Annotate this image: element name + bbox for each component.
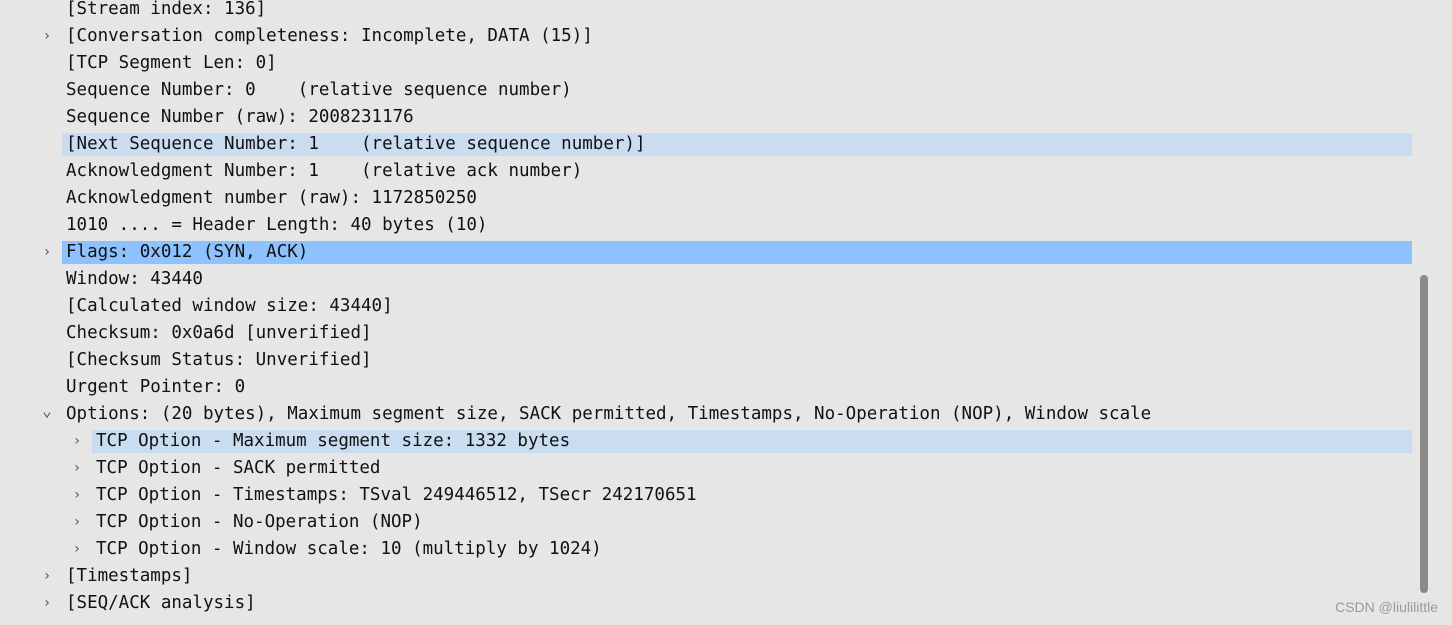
watermark: CSDN @liulilittle	[1335, 599, 1438, 615]
tree-row[interactable]: › [Timestamps]	[0, 563, 1412, 590]
tree-row[interactable]: ⌄ Options: (20 bytes), Maximum segment si…	[0, 401, 1412, 428]
collapse-arrow-icon[interactable]: ⌄	[40, 401, 54, 428]
tree-row-label: TCP Option - Window scale: 10 (multiply …	[96, 539, 602, 559]
tree-row-label: TCP Option - Maximum segment size: 1332 …	[96, 431, 571, 451]
expand-arrow-icon[interactable]: ›	[70, 509, 84, 536]
tree-row-label: Sequence Number (raw): 2008231176	[66, 107, 414, 127]
tree-row[interactable]: › Flags: 0x012 (SYN, ACK)	[0, 239, 1412, 266]
tree-row[interactable]: [Next Sequence Number: 1 (relative seque…	[0, 131, 1412, 158]
tree-row[interactable]: Urgent Pointer: 0	[0, 374, 1412, 401]
expand-arrow-icon[interactable]: ›	[70, 428, 84, 455]
tree-row-label: [SEQ/ACK analysis]	[66, 593, 256, 613]
expand-arrow-icon[interactable]: ›	[40, 239, 54, 266]
tree-row[interactable]: › [Conversation completeness: Incomplete,…	[0, 23, 1412, 50]
tree-row[interactable]: Acknowledgment Number: 1 (relative ack n…	[0, 158, 1412, 185]
tree-row-label: TCP Option - No-Operation (NOP)	[96, 512, 423, 532]
expand-arrow-icon[interactable]: ›	[70, 455, 84, 482]
tree-row[interactable]: › TCP Option - No-Operation (NOP)	[0, 509, 1412, 536]
tree-row-label: [Calculated window size: 43440]	[66, 296, 393, 316]
tree-row-label: Checksum: 0x0a6d [unverified]	[66, 323, 372, 343]
tree-row-label: Window: 43440	[66, 269, 203, 289]
tree-row[interactable]: [Calculated window size: 43440]	[0, 293, 1412, 320]
tree-row[interactable]: › [SEQ/ACK analysis]	[0, 590, 1412, 617]
tree-row-label: Flags: 0x012 (SYN, ACK)	[66, 242, 309, 262]
expand-arrow-icon[interactable]: ›	[40, 23, 54, 50]
tree-row-label: [Next Sequence Number: 1 (relative seque…	[66, 134, 646, 154]
tree-row[interactable]: › TCP Option - Timestamps: TSval 24944651…	[0, 482, 1412, 509]
tree-row-label: 1010 .... = Header Length: 40 bytes (10)	[66, 215, 488, 235]
expand-arrow-icon[interactable]: ›	[40, 590, 54, 617]
tree-row[interactable]: › TCP Option - Maximum segment size: 1332…	[0, 428, 1412, 455]
tree-row-label: TCP Option - SACK permitted	[96, 458, 381, 478]
tree-row-label: Acknowledgment Number: 1 (relative ack n…	[66, 161, 583, 181]
expand-arrow-icon[interactable]: ›	[70, 482, 84, 509]
scrollbar-thumb[interactable]	[1420, 275, 1428, 593]
expand-arrow-icon[interactable]: ›	[40, 563, 54, 590]
tree-row[interactable]: › TCP Option - Window scale: 10 (multiply…	[0, 536, 1412, 563]
tree-row-label: [TCP Segment Len: 0]	[66, 53, 277, 73]
tree-row-label: [Timestamps]	[66, 566, 193, 586]
tree-row[interactable]: [Stream index: 136]	[0, 0, 1412, 23]
tree-row-label: [Stream index: 136]	[66, 0, 267, 19]
tree-row-label: Options: (20 bytes), Maximum segment siz…	[66, 404, 1152, 424]
tree-row[interactable]: 1010 .... = Header Length: 40 bytes (10)	[0, 212, 1412, 239]
tree-row-label: Acknowledgment number (raw): 1172850250	[66, 188, 477, 208]
tree-row[interactable]: [TCP Segment Len: 0]	[0, 50, 1412, 77]
tree-row[interactable]: Checksum: 0x0a6d [unverified]	[0, 320, 1412, 347]
packet-detail-tree: [Stream index: 136] › [Conversation comple…	[0, 0, 1412, 625]
tree-row[interactable]: Sequence Number (raw): 2008231176	[0, 104, 1412, 131]
tree-row-label: Sequence Number: 0 (relative sequence nu…	[66, 80, 572, 100]
tree-row-label: [Checksum Status: Unverified]	[66, 350, 372, 370]
tree-row[interactable]: Acknowledgment number (raw): 1172850250	[0, 185, 1412, 212]
tree-row[interactable]: Sequence Number: 0 (relative sequence nu…	[0, 77, 1412, 104]
tree-row[interactable]: Window: 43440	[0, 266, 1412, 293]
tree-row[interactable]: › TCP Option - SACK permitted	[0, 455, 1412, 482]
tree-row-label: [Conversation completeness: Incomplete, …	[66, 26, 593, 46]
tree-row-label: Urgent Pointer: 0	[66, 377, 246, 397]
tree-row-label: TCP Option - Timestamps: TSval 249446512…	[96, 485, 697, 505]
expand-arrow-icon[interactable]: ›	[70, 536, 84, 563]
tree-row[interactable]: [Checksum Status: Unverified]	[0, 347, 1412, 374]
